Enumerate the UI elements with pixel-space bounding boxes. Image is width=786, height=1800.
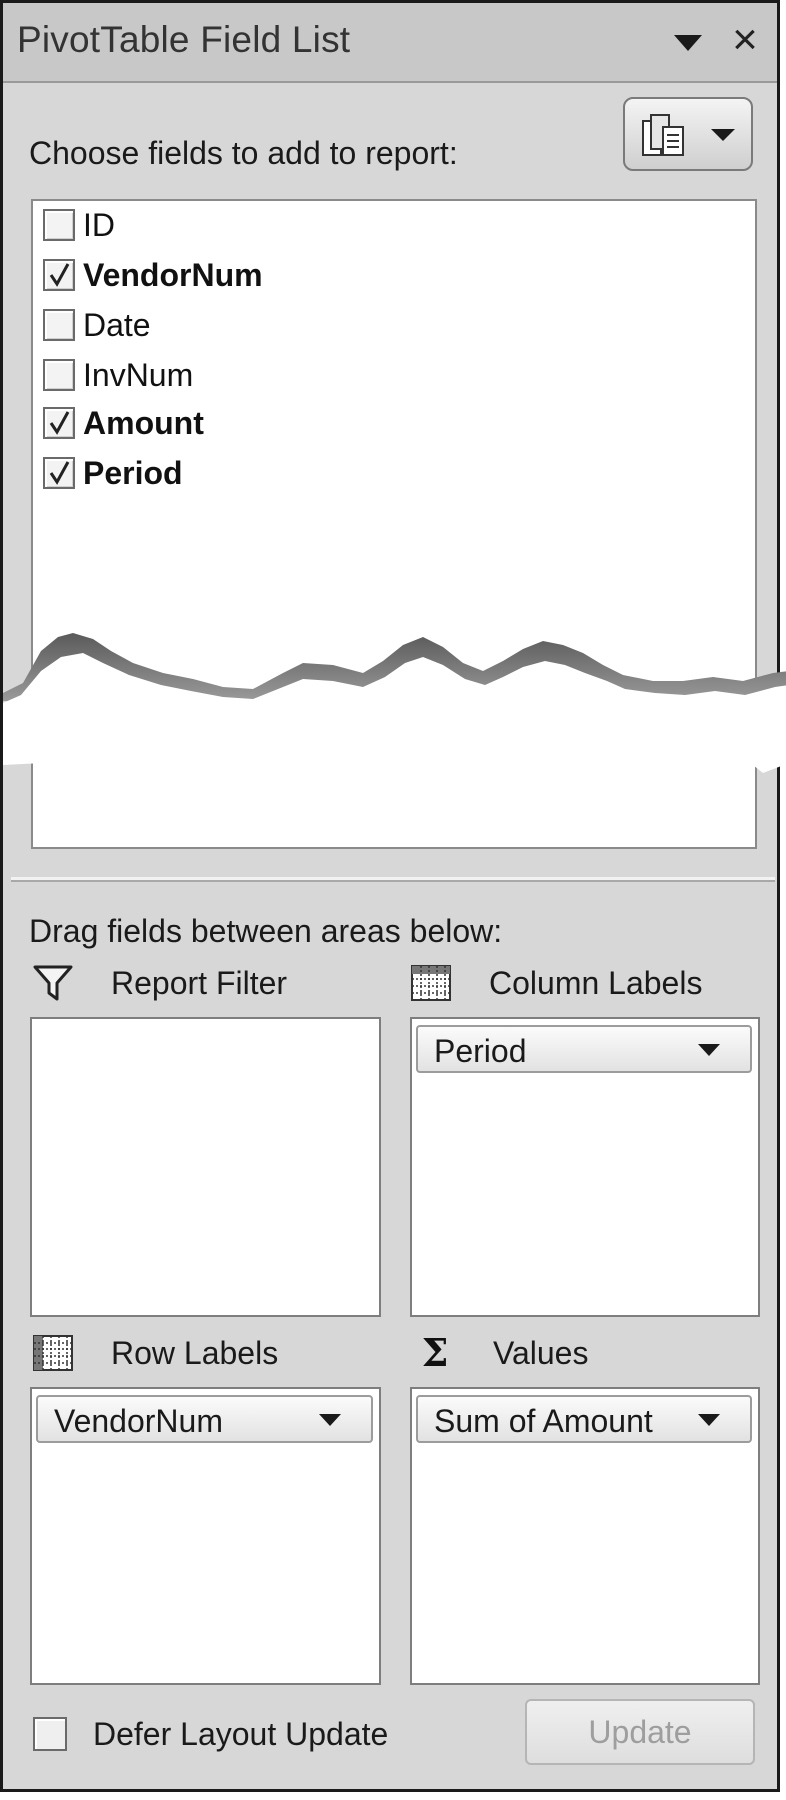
chevron-down-icon[interactable]	[696, 1041, 722, 1059]
defer-layout-label: Defer Layout Update	[93, 1715, 389, 1752]
panel-title: PivotTable Field List	[17, 19, 351, 60]
report-filter-drop-area[interactable]	[30, 1017, 381, 1317]
filter-icon	[31, 961, 75, 1005]
close-icon[interactable]: ×	[723, 17, 767, 63]
checkmark-icon	[49, 263, 70, 287]
field-label: Date	[83, 306, 151, 343]
section-divider	[11, 877, 775, 882]
row-field-item-vendornum[interactable]: VendorNum	[36, 1395, 373, 1443]
values-field-item-sum-of-amount[interactable]: Sum of Amount	[416, 1395, 752, 1443]
row-labels-drop-area[interactable]: VendorNum	[30, 1387, 381, 1685]
defer-layout-update-row[interactable]: Defer Layout Update	[33, 1709, 388, 1759]
chevron-down-icon[interactable]	[696, 1411, 722, 1429]
choose-fields-label: Choose fields to add to report:	[29, 135, 458, 171]
field-checkbox[interactable]	[43, 209, 75, 241]
report-filter-label: Report Filter	[111, 964, 288, 1001]
field-label: Period	[83, 454, 183, 491]
row-labels-header: Row Labels	[31, 1331, 278, 1375]
column-labels-header: Column Labels	[409, 961, 702, 1005]
field-checkbox[interactable]	[43, 407, 75, 439]
column-labels-label: Column Labels	[489, 964, 703, 1001]
values-drop-area[interactable]: Sum of Amount	[410, 1387, 760, 1685]
area-item-label: VendorNum	[54, 1403, 223, 1439]
field-item-id[interactable]: ID	[43, 201, 115, 249]
layout-options-button[interactable]	[623, 97, 753, 171]
area-item-label: Sum of Amount	[434, 1403, 653, 1439]
area-item-label: Period	[434, 1033, 527, 1069]
field-checkbox[interactable]	[43, 259, 75, 291]
values-header: Σ Values	[413, 1330, 589, 1375]
grid-icon	[409, 961, 453, 1005]
column-field-item-period[interactable]: Period	[416, 1025, 752, 1073]
field-item-date[interactable]: Date	[43, 301, 151, 349]
field-checkbox[interactable]	[43, 457, 75, 489]
column-labels-drop-area[interactable]: Period	[410, 1017, 760, 1317]
pivot-field-list-panel: PivotTable Field List × Choose fields to…	[0, 0, 786, 1792]
chevron-down-icon	[709, 125, 737, 145]
field-item-vendornum[interactable]: VendorNum	[43, 251, 263, 299]
torn-edge-graphic	[3, 633, 786, 773]
checkmark-icon	[49, 461, 70, 485]
grid-icon	[31, 1331, 75, 1375]
defer-layout-checkbox[interactable]	[33, 1717, 67, 1751]
row-labels-label: Row Labels	[111, 1334, 279, 1371]
field-checkbox[interactable]	[43, 309, 75, 341]
field-list-layout-icon	[639, 111, 689, 161]
drag-fields-label: Drag fields between areas below:	[29, 913, 503, 949]
chevron-down-icon[interactable]	[317, 1411, 343, 1429]
title-bar: PivotTable Field List ×	[3, 3, 777, 83]
field-label: VendorNum	[83, 256, 263, 293]
field-label: Amount	[83, 404, 204, 441]
values-label: Values	[493, 1334, 589, 1371]
field-item-invnum[interactable]: InvNum	[43, 351, 193, 399]
checkmark-icon	[49, 411, 70, 435]
update-button[interactable]: Update	[525, 1699, 755, 1765]
field-checkbox[interactable]	[43, 359, 75, 391]
sigma-icon: Σ	[421, 1330, 449, 1375]
report-filter-header: Report Filter	[31, 961, 287, 1005]
field-item-period[interactable]: Period	[43, 449, 183, 497]
field-item-amount[interactable]: Amount	[43, 399, 204, 447]
field-label: ID	[83, 206, 115, 243]
triangle-down-icon[interactable]	[668, 25, 708, 59]
field-label: InvNum	[83, 356, 194, 393]
